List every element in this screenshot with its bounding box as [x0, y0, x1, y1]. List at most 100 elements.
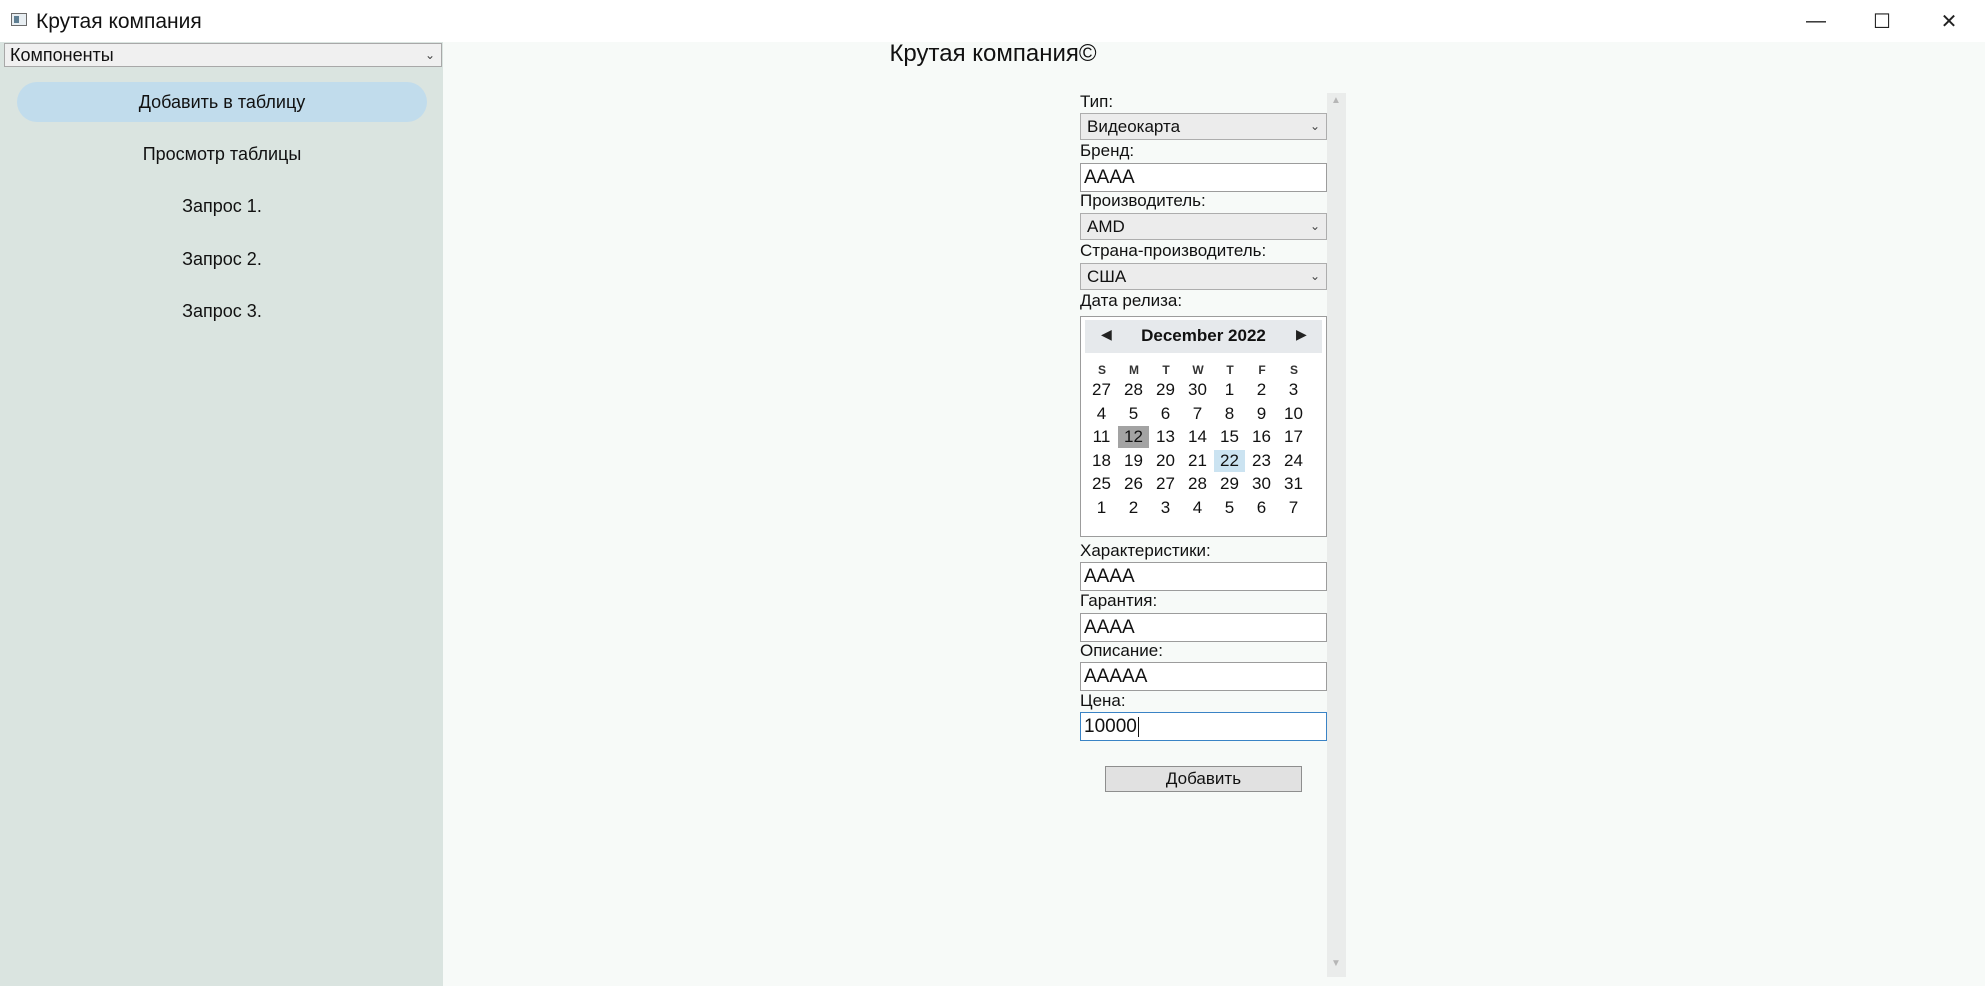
calendar-month-title[interactable]: December 2022 [1085, 326, 1322, 346]
calendar-day[interactable]: 29 [1214, 473, 1245, 495]
weekday-header: T [1162, 363, 1170, 377]
calendar-day[interactable]: 15 [1214, 426, 1245, 448]
calendar-day[interactable]: 4 [1086, 403, 1117, 425]
weekday-header: M [1129, 363, 1139, 377]
description-label: Описание: [1080, 641, 1163, 660]
nav-item-query-1[interactable]: Запрос 1. [17, 186, 427, 226]
nav-item-label: Запрос 2. [182, 248, 262, 269]
brand-input[interactable]: AAAA [1080, 163, 1327, 192]
type-select[interactable]: Видеокарта ⌄ [1080, 113, 1327, 140]
form-scrollbar[interactable] [1327, 93, 1346, 977]
calendar-day[interactable]: 7 [1182, 403, 1213, 425]
calendar-day[interactable]: 11 [1086, 426, 1117, 448]
brand-input-value: AAAA [1084, 167, 1135, 188]
description-input[interactable]: AAAAA [1080, 662, 1327, 691]
chevron-down-icon: ⌄ [1309, 219, 1320, 233]
scroll-down-icon[interactable]: ▼ [1331, 958, 1341, 969]
calendar-day[interactable]: 6 [1246, 497, 1277, 519]
calendar-day[interactable]: 28 [1118, 379, 1149, 401]
calendar-day[interactable]: 10 [1278, 403, 1309, 425]
weekday-header: F [1258, 363, 1266, 377]
warranty-input-value: AAAA [1084, 617, 1135, 638]
calendar-day[interactable]: 31 [1278, 473, 1309, 495]
section-selector-value: Компоненты [10, 45, 114, 65]
warranty-input[interactable]: AAAA [1080, 613, 1327, 642]
type-select-value: Видеокарта [1087, 117, 1181, 136]
price-label: Цена: [1080, 691, 1126, 710]
calendar-day[interactable]: 4 [1182, 497, 1213, 519]
manufacturer-select-value: AMD [1087, 217, 1125, 236]
calendar-day[interactable]: 17 [1278, 426, 1309, 448]
calendar-day[interactable]: 13 [1150, 426, 1181, 448]
calendar-day[interactable]: 16 [1246, 426, 1277, 448]
country-select-value: США [1087, 267, 1127, 286]
calendar-day[interactable]: 1 [1086, 497, 1117, 519]
close-button[interactable]: ✕ [1916, 0, 1982, 42]
add-button[interactable]: Добавить [1105, 766, 1302, 792]
calendar-day[interactable]: 21 [1182, 450, 1213, 472]
nav-item-view-table[interactable]: Просмотр таблицы [17, 134, 427, 174]
sidebar [0, 42, 443, 986]
description-input-value: AAAAA [1084, 666, 1148, 687]
nav-item-label: Запрос 3. [182, 300, 262, 321]
weekday-header: W [1192, 363, 1204, 377]
nav-item-query-2[interactable]: Запрос 2. [17, 239, 427, 279]
calendar-day[interactable]: 29 [1150, 379, 1181, 401]
section-selector[interactable]: Компоненты ⌄ [4, 43, 442, 67]
specs-input-value: AAAA [1084, 566, 1135, 587]
calendar-day[interactable]: 27 [1150, 473, 1181, 495]
calendar-day[interactable]: 5 [1214, 497, 1245, 519]
nav-item-label: Просмотр таблицы [142, 143, 302, 164]
calendar-day[interactable]: 8 [1214, 403, 1245, 425]
calendar-day[interactable]: 9 [1246, 403, 1277, 425]
chevron-down-icon: ⌄ [424, 48, 435, 62]
calendar-day[interactable]: 2 [1246, 379, 1277, 401]
calendar-day[interactable]: 5 [1118, 403, 1149, 425]
calendar-day[interactable]: 1 [1214, 379, 1245, 401]
calendar-day[interactable]: 22 [1214, 449, 1245, 472]
page-title: Крутая компания© [889, 40, 1097, 67]
calendar-day[interactable]: 30 [1182, 379, 1213, 401]
calendar-day[interactable]: 6 [1150, 403, 1181, 425]
next-month-icon[interactable]: ▶ [1296, 326, 1307, 343]
calendar-day[interactable]: 28 [1182, 473, 1213, 495]
release-date-label: Дата релиза: [1080, 291, 1183, 310]
calendar-day[interactable]: 14 [1182, 426, 1213, 448]
price-input-value: 10000 [1084, 716, 1137, 737]
calendar-header: ◀ December 2022 ▶ [1085, 320, 1322, 353]
calendar-day[interactable]: 30 [1246, 473, 1277, 495]
app-icon [11, 13, 27, 26]
calendar-day[interactable]: 3 [1150, 497, 1181, 519]
nav-item-add-to-table[interactable]: Добавить в таблицу [17, 82, 427, 122]
manufacturer-select[interactable]: AMD ⌄ [1080, 213, 1327, 240]
nav-item-query-3[interactable]: Запрос 3. [17, 291, 427, 331]
calendar-day[interactable]: 26 [1118, 473, 1149, 495]
price-input[interactable]: 10000 [1080, 712, 1327, 741]
warranty-label: Гарантия: [1080, 591, 1158, 610]
calendar-day[interactable]: 24 [1278, 450, 1309, 472]
specs-input[interactable]: AAAA [1080, 562, 1327, 591]
scroll-up-icon[interactable]: ▲ [1331, 95, 1341, 106]
country-select[interactable]: США ⌄ [1080, 263, 1327, 290]
manufacturer-label: Производитель: [1080, 191, 1206, 210]
weekday-header: S [1289, 363, 1298, 377]
minimize-button[interactable]: — [1783, 0, 1849, 42]
calendar-day[interactable]: 7 [1278, 497, 1309, 519]
release-date-calendar[interactable]: ◀ December 2022 ▶ S M T W T F S 27 28 29 30 1 2 3 4 5 6 7… [1080, 316, 1327, 537]
weekday-header: T [1226, 363, 1234, 377]
calendar-day[interactable]: 27 [1086, 379, 1117, 401]
calendar-day[interactable]: 19 [1118, 450, 1149, 472]
calendar-day[interactable]: 3 [1278, 379, 1309, 401]
calendar-day[interactable]: 25 [1086, 473, 1117, 495]
calendar-day[interactable]: 23 [1246, 450, 1277, 472]
calendar-day[interactable]: 12 [1118, 426, 1149, 449]
calendar-day[interactable]: 20 [1150, 450, 1181, 472]
calendar-day[interactable]: 18 [1086, 450, 1117, 472]
title-bar: Крутая компания — ☐ ✕ [0, 0, 1985, 42]
chevron-down-icon: ⌄ [1309, 269, 1320, 283]
window-title: Крутая компания [36, 10, 202, 33]
calendar-day[interactable]: 2 [1118, 497, 1149, 519]
chevron-down-icon: ⌄ [1309, 119, 1320, 133]
maximize-button[interactable]: ☐ [1849, 0, 1915, 42]
nav-item-label: Добавить в таблицу [138, 91, 306, 112]
